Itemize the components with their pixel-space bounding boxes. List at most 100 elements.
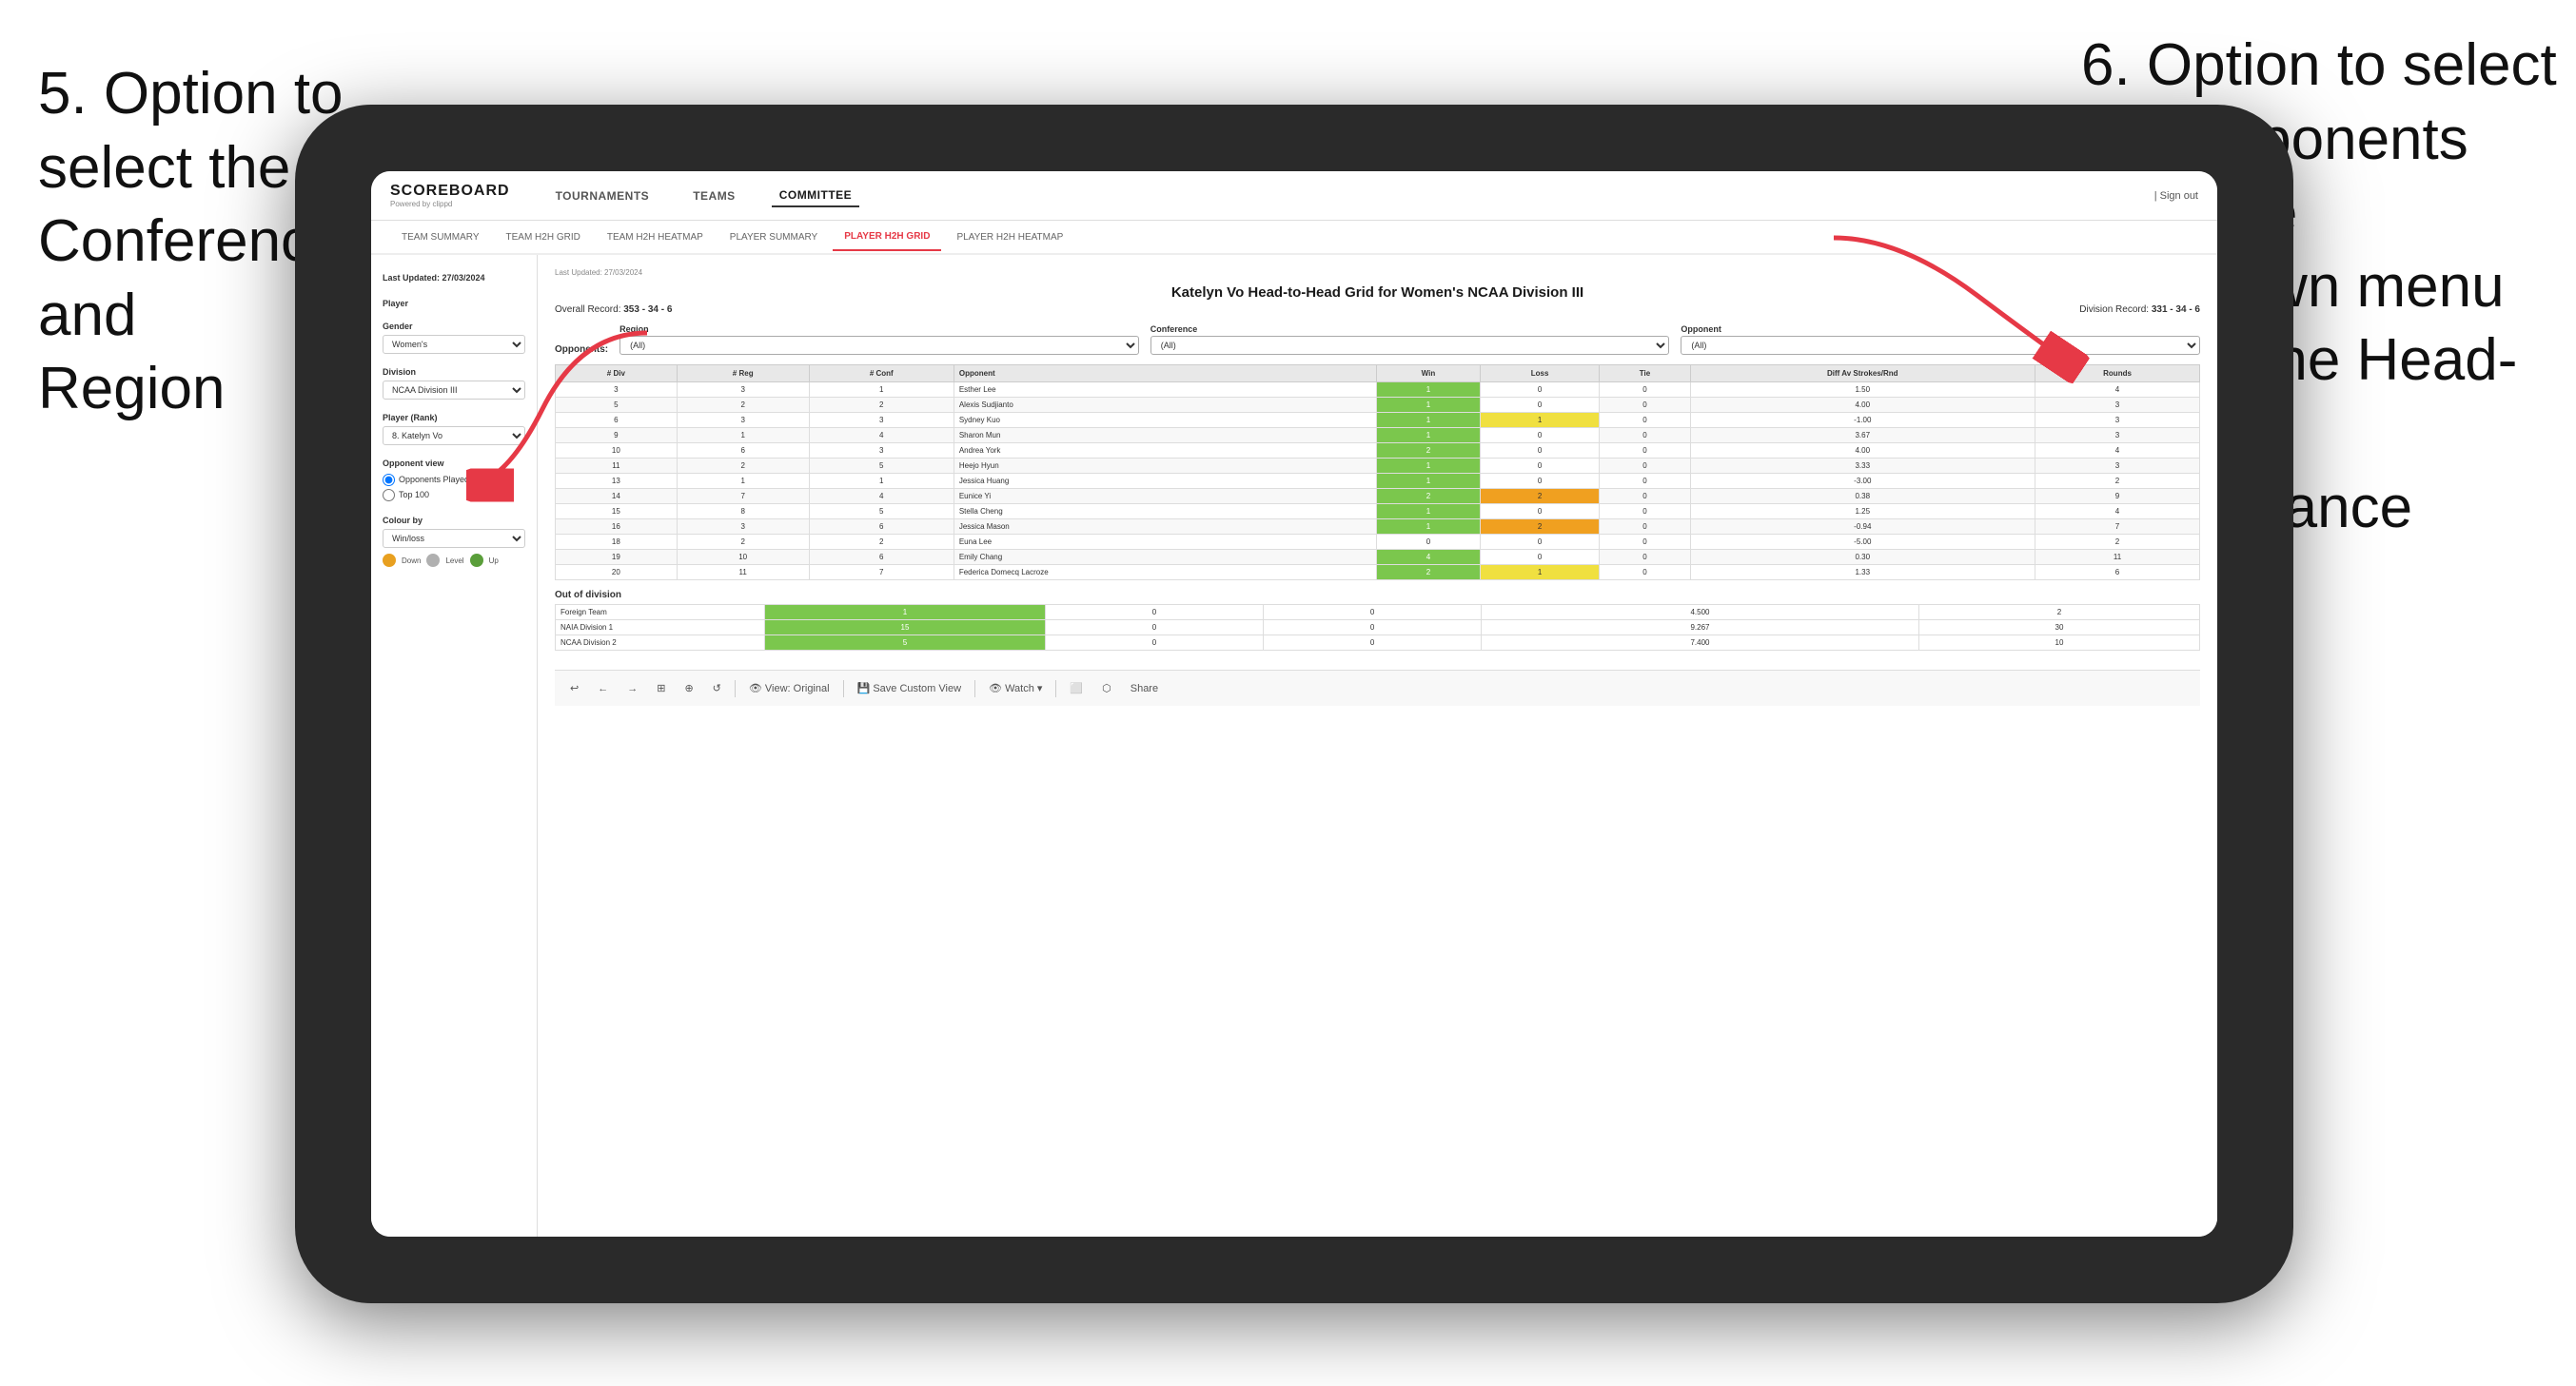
td-diff: -0.94: [1690, 519, 2035, 535]
td-diff: 1.25: [1690, 504, 2035, 519]
th-win: Win: [1377, 365, 1480, 382]
ood-td-rounds: 10: [1918, 635, 2199, 651]
toolbar-view-original[interactable]: 👁 View: Original: [743, 679, 836, 697]
toolbar-save-custom[interactable]: 💾 Save Custom View: [852, 679, 967, 697]
td-loss: 0: [1480, 428, 1600, 443]
td-tie: 0: [1600, 413, 1690, 428]
td-opponent: Jessica Mason: [954, 519, 1376, 535]
sidebar-player-section: Player: [383, 299, 525, 308]
color-level-dot: [426, 554, 440, 567]
toolbar-hex[interactable]: ⬡: [1096, 679, 1117, 697]
td-win: 2: [1377, 489, 1480, 504]
td-reg: 2: [677, 535, 809, 550]
td-win: 1: [1377, 382, 1480, 398]
td-rounds: 3: [2035, 459, 2200, 474]
toolbar-sep-1: [735, 680, 736, 697]
filter-region-select[interactable]: (All): [619, 336, 1139, 355]
td-loss: 0: [1480, 382, 1600, 398]
last-updated-label: Last Updated: 27/03/2024: [383, 273, 485, 283]
table-row: 11 2 5 Heejo Hyun 1 0 0 3.33 3: [556, 459, 2200, 474]
td-loss: 1: [1480, 413, 1600, 428]
ood-td-loss: 0: [1046, 605, 1264, 620]
td-opponent: Jessica Huang: [954, 474, 1376, 489]
td-loss: 0: [1480, 535, 1600, 550]
sub-nav-player-h2h-grid[interactable]: PLAYER H2H GRID: [833, 224, 941, 251]
logo-sub: Powered by clippd: [390, 200, 510, 208]
td-diff: 1.33: [1690, 565, 2035, 580]
ood-table-body: Foreign Team 1 0 0 4.500 2 NAIA Division…: [556, 605, 2200, 651]
td-diff: -1.00: [1690, 413, 2035, 428]
colour-by-label: Colour by: [383, 516, 525, 525]
td-conf: 5: [809, 459, 954, 474]
td-loss: 2: [1480, 489, 1600, 504]
sub-nav-team-h2h-heatmap[interactable]: TEAM H2H HEATMAP: [596, 224, 715, 250]
td-loss: 0: [1480, 443, 1600, 459]
td-opponent: Sharon Mun: [954, 428, 1376, 443]
filter-conference-select[interactable]: (All): [1150, 336, 1670, 355]
td-reg: 11: [677, 565, 809, 580]
td-opponent: Stella Cheng: [954, 504, 1376, 519]
opponent-played-radio[interactable]: [383, 474, 395, 486]
td-reg: 8: [677, 504, 809, 519]
toolbar-refresh[interactable]: ↺: [707, 679, 727, 697]
ood-td-opponent: NCAA Division 2: [556, 635, 765, 651]
sub-nav-team-h2h-grid[interactable]: TEAM H2H GRID: [495, 224, 592, 250]
sub-nav-player-summary[interactable]: PLAYER SUMMARY: [718, 224, 829, 250]
color-up-dot: [470, 554, 483, 567]
td-rounds: 7: [2035, 519, 2200, 535]
td-opponent: Esther Lee: [954, 382, 1376, 398]
td-reg: 6: [677, 443, 809, 459]
nav-teams[interactable]: TEAMS: [685, 185, 743, 206]
nav-tournaments[interactable]: TOURNAMENTS: [548, 185, 658, 206]
ood-table-row: NAIA Division 1 15 0 0 9.267 30: [556, 620, 2200, 635]
arrow-right: [1805, 219, 2110, 409]
toolbar-sep-3: [974, 680, 975, 697]
toolbar-grid[interactable]: ⊞: [651, 679, 671, 697]
ood-td-win: 15: [765, 620, 1046, 635]
sign-out-text[interactable]: Sign out: [2160, 190, 2198, 202]
sub-nav-team-summary[interactable]: TEAM SUMMARY: [390, 224, 491, 250]
td-rounds: 4: [2035, 504, 2200, 519]
td-tie: 0: [1600, 474, 1690, 489]
toolbar-square[interactable]: ⬜: [1064, 679, 1089, 697]
bottom-toolbar: ↩ ← → ⊞ ⊕ ↺ 👁 View: Original 💾 Save Cust…: [555, 670, 2200, 706]
toolbar-forward[interactable]: →: [621, 680, 643, 697]
top-100-radio[interactable]: [383, 489, 395, 501]
out-of-division-table: Foreign Team 1 0 0 4.500 2 NAIA Division…: [555, 604, 2200, 651]
td-reg: 10: [677, 550, 809, 565]
td-rounds: 3: [2035, 413, 2200, 428]
ood-td-win: 1: [765, 605, 1046, 620]
td-loss: 0: [1480, 398, 1600, 413]
toolbar-back[interactable]: ←: [592, 680, 614, 697]
td-diff: 0.38: [1690, 489, 2035, 504]
toolbar-watch[interactable]: 👁 Watch ▾: [983, 679, 1048, 697]
td-tie: 0: [1600, 443, 1690, 459]
toolbar-share[interactable]: Share: [1125, 680, 1164, 697]
td-loss: 0: [1480, 474, 1600, 489]
td-opponent: Emily Chang: [954, 550, 1376, 565]
td-rounds: 9: [2035, 489, 2200, 504]
table-row: 6 3 3 Sydney Kuo 1 1 0 -1.00 3: [556, 413, 2200, 428]
td-tie: 0: [1600, 428, 1690, 443]
td-rounds: 4: [2035, 443, 2200, 459]
td-win: 1: [1377, 428, 1480, 443]
ood-td-opponent: NAIA Division 1: [556, 620, 765, 635]
nav-committee[interactable]: COMMITTEE: [772, 185, 860, 207]
td-opponent: Heejo Hyun: [954, 459, 1376, 474]
td-tie: 0: [1600, 382, 1690, 398]
td-opponent: Andrea York: [954, 443, 1376, 459]
toolbar-undo[interactable]: ↩: [564, 679, 584, 697]
filter-region-label: Region: [619, 324, 1139, 334]
th-opponent: Opponent: [954, 365, 1376, 382]
td-conf: 1: [809, 382, 954, 398]
td-loss: 0: [1480, 459, 1600, 474]
sign-out[interactable]: | Sign out: [2154, 190, 2198, 202]
colour-by-select[interactable]: Win/loss: [383, 529, 525, 548]
td-reg: 1: [677, 428, 809, 443]
toolbar-add[interactable]: ⊕: [678, 679, 698, 697]
td-win: 0: [1377, 535, 1480, 550]
td-loss: 1: [1480, 565, 1600, 580]
ood-td-win: 5: [765, 635, 1046, 651]
ood-td-diff: 4.500: [1482, 605, 1919, 620]
sub-nav-player-h2h-heatmap[interactable]: PLAYER H2H HEATMAP: [945, 224, 1074, 250]
